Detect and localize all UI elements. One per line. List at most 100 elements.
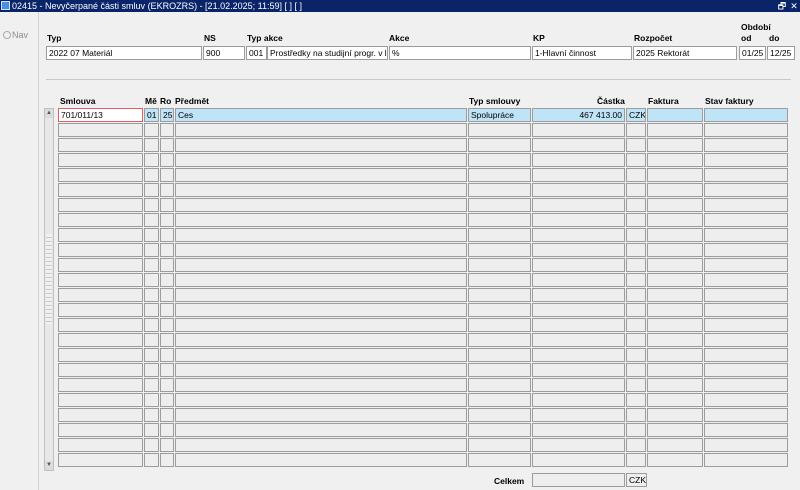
cell-stav-faktury[interactable]: [704, 438, 788, 452]
cell-mena[interactable]: [626, 138, 646, 152]
cell-castka[interactable]: [532, 198, 625, 212]
cell-predmet[interactable]: [175, 348, 467, 362]
cell-smlouva[interactable]: [58, 213, 143, 227]
cell-faktura[interactable]: [647, 438, 703, 452]
cell-mena[interactable]: [626, 243, 646, 257]
cell-mena[interactable]: [626, 453, 646, 467]
cell-stav-faktury[interactable]: [704, 273, 788, 287]
cell-mena[interactable]: [626, 408, 646, 422]
cell-predmet[interactable]: [175, 318, 467, 332]
cell-ro[interactable]: [160, 303, 174, 317]
cell-stav-faktury[interactable]: [704, 363, 788, 377]
cell-mena[interactable]: [626, 333, 646, 347]
cell-me[interactable]: [144, 423, 159, 437]
cell-mena[interactable]: [626, 393, 646, 407]
table-scrollbar[interactable]: ▲ ▼: [44, 108, 54, 471]
cell-mena[interactable]: CZK: [626, 108, 646, 122]
cell-me[interactable]: [144, 243, 159, 257]
cell-faktura[interactable]: [647, 348, 703, 362]
cell-ro[interactable]: [160, 243, 174, 257]
cell-smlouva[interactable]: [58, 318, 143, 332]
cell-faktura[interactable]: [647, 183, 703, 197]
cell-ro[interactable]: [160, 228, 174, 242]
cell-me[interactable]: [144, 168, 159, 182]
cell-ro[interactable]: [160, 333, 174, 347]
cell-predmet[interactable]: [175, 183, 467, 197]
cell-me[interactable]: [144, 393, 159, 407]
cell-smlouva[interactable]: [58, 123, 143, 137]
cell-stav-faktury[interactable]: [704, 393, 788, 407]
cell-typ-smlouvy[interactable]: [468, 273, 531, 287]
cell-stav-faktury[interactable]: [704, 138, 788, 152]
cell-faktura[interactable]: [647, 108, 703, 122]
cell-predmet[interactable]: [175, 138, 467, 152]
cell-typ-smlouvy[interactable]: [468, 123, 531, 137]
cell-smlouva[interactable]: [58, 333, 143, 347]
obdobi-do-field[interactable]: 12/25: [767, 46, 795, 60]
cell-typ-smlouvy[interactable]: [468, 213, 531, 227]
cell-smlouva[interactable]: [58, 363, 143, 377]
scroll-up-icon[interactable]: ▲: [45, 109, 53, 118]
cell-typ-smlouvy[interactable]: [468, 408, 531, 422]
cell-ro[interactable]: [160, 393, 174, 407]
cell-ro[interactable]: [160, 138, 174, 152]
cell-stav-faktury[interactable]: [704, 453, 788, 467]
cell-me[interactable]: [144, 453, 159, 467]
cell-typ-smlouvy[interactable]: [468, 378, 531, 392]
cell-ro[interactable]: 25: [160, 108, 174, 122]
cell-castka[interactable]: [532, 453, 625, 467]
cell-smlouva[interactable]: [58, 288, 143, 302]
cell-stav-faktury[interactable]: [704, 423, 788, 437]
cell-castka[interactable]: [532, 378, 625, 392]
cell-castka[interactable]: [532, 318, 625, 332]
cell-me[interactable]: [144, 333, 159, 347]
cell-faktura[interactable]: [647, 243, 703, 257]
cell-stav-faktury[interactable]: [704, 228, 788, 242]
cell-mena[interactable]: [626, 213, 646, 227]
cell-faktura[interactable]: [647, 453, 703, 467]
cell-predmet[interactable]: [175, 303, 467, 317]
cell-typ-smlouvy[interactable]: [468, 438, 531, 452]
typ-akce-field[interactable]: 001: [246, 46, 267, 60]
cell-stav-faktury[interactable]: [704, 213, 788, 227]
cell-me[interactable]: [144, 123, 159, 137]
cell-typ-smlouvy[interactable]: [468, 303, 531, 317]
cell-ro[interactable]: [160, 363, 174, 377]
cell-predmet[interactable]: [175, 198, 467, 212]
cell-me[interactable]: [144, 303, 159, 317]
rozpocet-field[interactable]: 2025 Rektorát: [633, 46, 737, 60]
cell-stav-faktury[interactable]: [704, 153, 788, 167]
cell-stav-faktury[interactable]: [704, 243, 788, 257]
cell-me[interactable]: [144, 228, 159, 242]
cell-predmet[interactable]: [175, 228, 467, 242]
cell-ro[interactable]: [160, 288, 174, 302]
cell-smlouva[interactable]: [58, 258, 143, 272]
cell-faktura[interactable]: [647, 138, 703, 152]
cell-smlouva[interactable]: [58, 378, 143, 392]
cell-faktura[interactable]: [647, 363, 703, 377]
cell-castka[interactable]: [532, 228, 625, 242]
cell-faktura[interactable]: [647, 273, 703, 287]
cell-stav-faktury[interactable]: [704, 183, 788, 197]
cell-smlouva[interactable]: [58, 198, 143, 212]
cell-castka[interactable]: [532, 183, 625, 197]
cell-smlouva[interactable]: [58, 153, 143, 167]
cell-predmet[interactable]: [175, 258, 467, 272]
cell-predmet[interactable]: [175, 453, 467, 467]
cell-ro[interactable]: [160, 168, 174, 182]
cell-predmet[interactable]: [175, 213, 467, 227]
cell-me[interactable]: [144, 183, 159, 197]
cell-mena[interactable]: [626, 378, 646, 392]
cell-mena[interactable]: [626, 303, 646, 317]
restore-icon[interactable]: 🗗: [777, 0, 787, 12]
cell-typ-smlouvy[interactable]: [468, 168, 531, 182]
cell-smlouva[interactable]: [58, 138, 143, 152]
cell-faktura[interactable]: [647, 168, 703, 182]
cell-smlouva[interactable]: 701/011/13: [58, 108, 143, 122]
cell-smlouva[interactable]: [58, 228, 143, 242]
cell-typ-smlouvy[interactable]: [468, 318, 531, 332]
cell-me[interactable]: 01: [144, 108, 159, 122]
cell-smlouva[interactable]: [58, 393, 143, 407]
cell-castka[interactable]: [532, 123, 625, 137]
cell-ro[interactable]: [160, 408, 174, 422]
